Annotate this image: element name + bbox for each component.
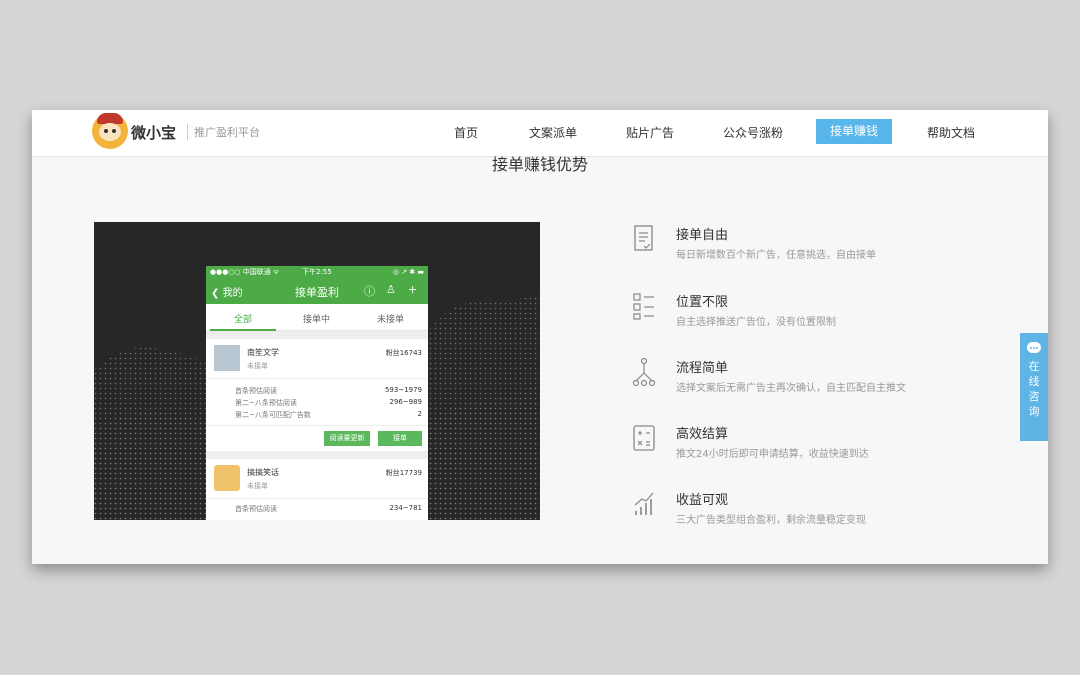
feature-title: 位置不限 <box>676 295 729 310</box>
stat-value: 593~1979 <box>384 386 422 394</box>
card-divider <box>206 378 428 379</box>
account-name: 搞搞笑话 <box>247 468 279 477</box>
browser-window: 微小宝 推广盈利平台 首页 文案派单 贴片广告 公众号涨粉 接单赚钱 帮助文档 … <box>32 110 1048 564</box>
phone-header: ❮ 我的 接单盈利 ⓘ ♙ + <box>206 278 428 304</box>
top-navbar: 微小宝 推广盈利平台 首页 文案派单 贴片广告 公众号涨粉 接单赚钱 帮助文档 <box>32 110 1048 157</box>
document-icon <box>634 225 653 251</box>
nav-item-copy-dispatch[interactable]: 文案派单 <box>529 124 577 141</box>
phone-gap <box>206 331 428 339</box>
logo-eye-shape <box>112 129 116 133</box>
logo-eye-shape <box>104 129 108 133</box>
logo-face-shape <box>99 123 121 141</box>
plus-icon[interactable]: + <box>408 283 417 296</box>
section-title: 接单赚钱优势 <box>491 155 588 174</box>
brand-divider <box>187 124 188 140</box>
brand-name: 微小宝 <box>131 124 177 142</box>
account-status: 未接单 <box>247 482 268 490</box>
card-divider <box>206 498 428 499</box>
account-avatar <box>214 465 240 491</box>
help-circle-icon[interactable]: ⓘ <box>364 283 375 299</box>
bar-chart-icon <box>634 492 654 515</box>
feature-title: 接单自由 <box>676 228 729 243</box>
phone-time: 下午2:55 <box>302 268 332 276</box>
online-consult-label: 在线咨询 <box>1028 360 1040 418</box>
stat-row: 第二~八条预估阅读 296~989 <box>235 398 422 408</box>
stat-value: 234~781 <box>389 504 422 512</box>
grid-list-icon <box>633 293 654 320</box>
stat-label: 第二~八条可匹配广告数 <box>235 411 311 419</box>
phone-carrier: ●●●○○ 中国联通 ᯤ <box>210 268 280 276</box>
phone-tab-all[interactable]: 全部 <box>234 312 252 325</box>
feature-title: 收益可观 <box>676 493 729 508</box>
account-fans: 粉丝16743 <box>385 349 422 357</box>
promo-screenshot: ●●●○○ 中国联通 ᯤ 下午2:55 ◎ ↗ ✱ ▬ ❮ 我的 接单盈利 ⓘ … <box>94 222 540 520</box>
flow-tree-icon <box>632 357 656 387</box>
nav-item-home[interactable]: 首页 <box>454 124 478 141</box>
refresh-reads-button[interactable]: 阅读量更新 <box>324 431 370 446</box>
card-actions: 阅读量更新 接单 <box>206 431 428 446</box>
stat-label: 首条预估阅读 <box>235 387 277 395</box>
brand-logo[interactable] <box>92 113 128 149</box>
brand-subtitle: 推广盈利平台 <box>194 126 260 139</box>
chat-dot-shape <box>1033 347 1035 349</box>
feature-title: 高效结算 <box>676 427 729 442</box>
account-name: 南笙文学 <box>247 348 279 357</box>
feature-desc: 自主选择推送广告位，没有位置限制 <box>676 317 836 328</box>
phone-tabs: 全部 接单中 未接单 <box>206 304 428 331</box>
stat-row: 首条预估阅读 234~781 <box>235 504 422 514</box>
chat-dot-shape <box>1030 347 1032 349</box>
account-status: 未接单 <box>247 362 268 370</box>
stat-row: 第二~八条可匹配广告数 2 <box>235 410 422 420</box>
phone-tab-indicator <box>210 329 276 331</box>
phone-tab-not-taken[interactable]: 未接单 <box>377 312 404 325</box>
phone-status-icons: ◎ ↗ ✱ ▬ <box>392 268 424 276</box>
feature-title: 流程简单 <box>676 361 729 376</box>
calculator-icon <box>633 425 655 451</box>
user-icon[interactable]: ♙ <box>386 283 396 296</box>
phone-tab-in-progress[interactable]: 接单中 <box>303 312 330 325</box>
take-order-button[interactable]: 接单 <box>378 431 422 446</box>
chat-bubble-icon <box>1027 342 1041 353</box>
phone-gap <box>206 451 428 459</box>
account-thumbnail <box>214 345 240 371</box>
nav-item-patch-ads[interactable]: 贴片广告 <box>626 124 674 141</box>
stat-value: 296~989 <box>389 398 422 406</box>
feature-desc: 推文24小时后即可申请结算，收益快速到达 <box>676 449 869 460</box>
card-divider <box>206 425 428 426</box>
phone-status-bar: ●●●○○ 中国联通 ᯤ 下午2:55 ◎ ↗ ✱ ▬ <box>206 266 428 278</box>
stat-label: 第二~八条预估阅读 <box>235 399 297 407</box>
feature-desc: 每日新增数百个新广告，任意挑选，自由接单 <box>676 250 876 261</box>
stat-label: 首条预估阅读 <box>235 505 277 513</box>
nav-item-earn-orders[interactable]: 接单赚钱 <box>816 119 893 144</box>
phone-account-card: 南笙文学 未接单 粉丝16743 首条预估阅读 593~1979 第二~八条预估… <box>206 339 428 451</box>
feature-desc: 选择文案后无需广告主再次确认，自主匹配自主推文 <box>676 383 906 394</box>
phone-mockup: ●●●○○ 中国联通 ᯤ 下午2:55 ◎ ↗ ✱ ▬ ❮ 我的 接单盈利 ⓘ … <box>206 266 428 520</box>
chat-dot-shape <box>1036 347 1038 349</box>
stat-value: 2 <box>417 410 422 418</box>
phone-account-card: 搞搞笑话 未接单 粉丝17739 首条预估阅读 234~781 <box>206 459 428 519</box>
feature-desc: 三大广告类型组合盈利，剩余流量稳定变现 <box>676 515 866 526</box>
online-consult-button[interactable]: 在线咨询 <box>1020 333 1048 441</box>
account-fans: 粉丝17739 <box>385 469 422 477</box>
stat-row: 首条预估阅读 593~1979 <box>235 386 422 396</box>
nav-item-follower-growth[interactable]: 公众号涨粉 <box>723 124 783 141</box>
nav-item-help-docs[interactable]: 帮助文档 <box>927 124 975 141</box>
